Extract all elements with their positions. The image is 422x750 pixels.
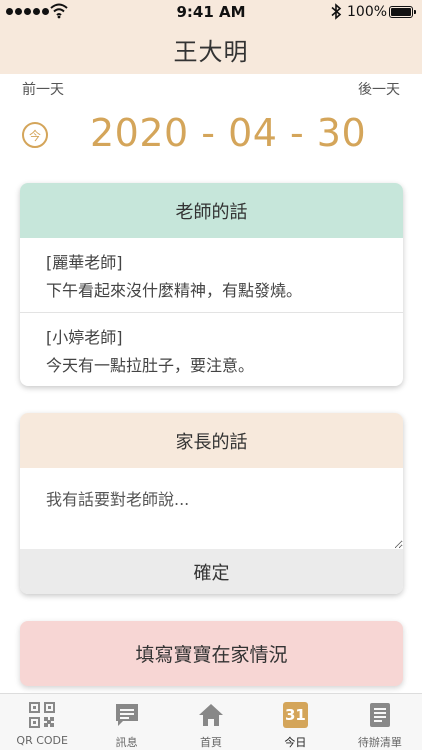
list-item: [麗華老師] 下午看起來沒什麼精神，有點發燒。 [20,238,403,312]
tab-bar: QR CODE 訊息 首頁 31 今日 待辦清單 [0,693,422,750]
todo-list-icon [367,702,393,728]
calendar-day-badge: 31 [282,702,308,728]
message-icon [114,702,140,728]
list-item: [小婷老師] 今天有一點拉肚子，要注意。 [20,312,403,386]
tab-label: 今日 [284,736,307,749]
message-text: 下午看起來沒什麼精神，有點發燒。 [46,281,303,300]
tab-qr-code[interactable]: QR CODE [0,694,84,750]
next-day-link[interactable]: 後一天 [358,79,400,99]
teacher-messages-card: 老師的話 [麗華老師] 下午看起來沒什麼精神，有點發燒。 [小婷老師] 今天有一… [20,183,403,386]
tab-label: 訊息 [115,736,138,749]
tab-label: 待辦清單 [357,736,402,749]
tab-todo-list[interactable]: 待辦清單 [338,694,422,750]
message-author: [小婷老師] [46,327,123,347]
current-date[interactable]: 2020 - 04 - 30 [90,111,366,155]
bluetooth-icon [331,3,342,20]
home-icon [198,702,224,728]
parent-card-title: 家長的話 [20,413,403,468]
tab-home[interactable]: 首頁 [169,694,253,750]
today-button[interactable]: 今 [22,122,48,148]
prev-day-link[interactable]: 前一天 [22,79,64,99]
teacher-card-title: 老師的話 [20,183,403,238]
battery-percentage: 100% [347,4,388,20]
header: 王大明 [0,24,422,74]
message-author: [麗華老師] [46,253,123,272]
battery-icon [389,6,416,18]
tab-label: QR CODE [16,734,68,747]
fill-home-status-button[interactable]: 填寫寶寶在家情況 [20,621,403,686]
parent-message-input[interactable] [20,468,403,549]
today-button-label: 今 [28,128,41,143]
status-bar: 9:41 AM 100% [0,0,422,24]
tab-messages[interactable]: 訊息 [84,694,168,750]
tab-today[interactable]: 31 今日 [253,694,337,750]
message-text: 今天有一點拉肚子，要注意。 [46,355,255,375]
tab-label: 首頁 [200,736,223,749]
page-title: 王大明 [173,37,249,66]
confirm-button[interactable]: 確定 [20,549,403,594]
calendar-icon: 31 [282,702,308,728]
parent-message-card: 家長的話 確定 [20,413,403,594]
qr-code-icon [29,702,56,728]
